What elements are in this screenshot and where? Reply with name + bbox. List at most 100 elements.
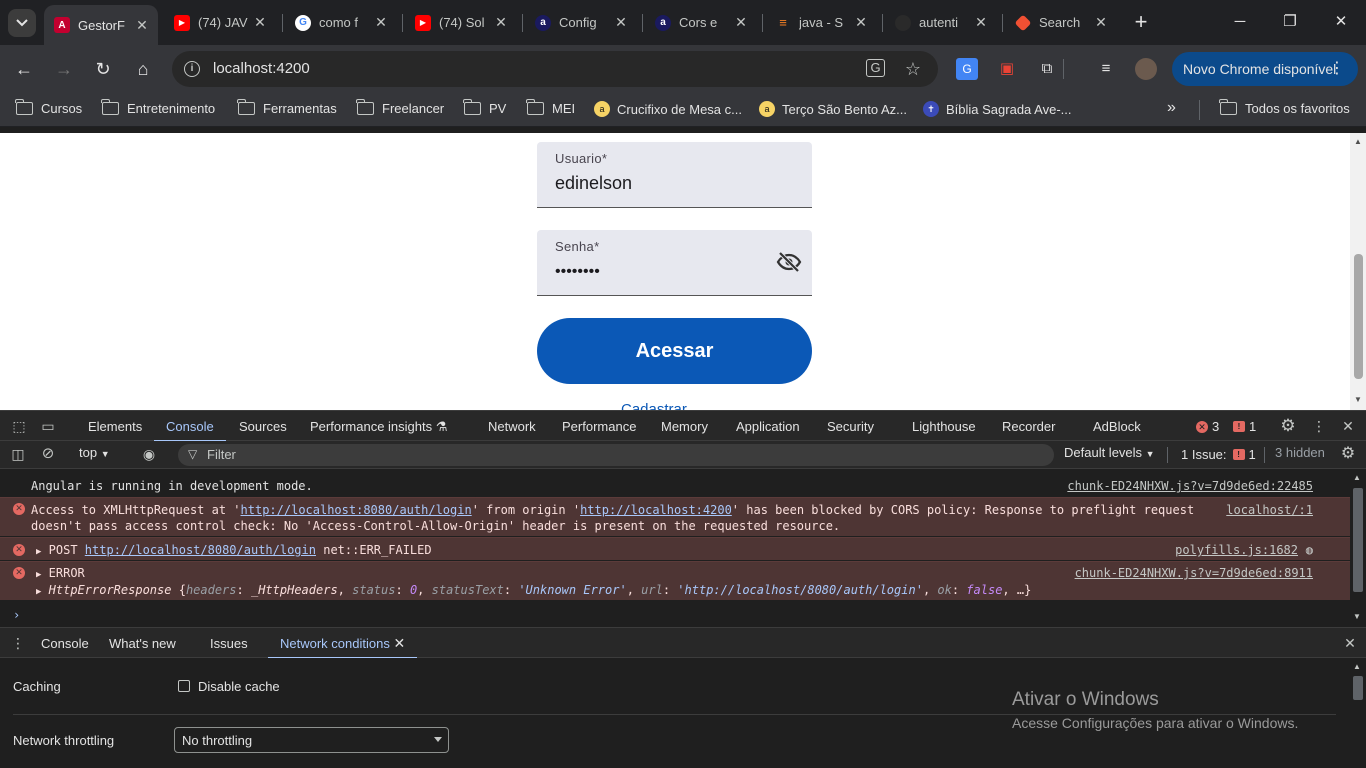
scroll-up-arrow-icon[interactable]: ▲ [1353,662,1361,671]
drawer-scrollbar[interactable]: ▲ [1350,658,1366,768]
close-tab-icon[interactable]: ✕ [493,14,509,31]
devtools-tab-network[interactable]: Network [488,411,536,442]
error-count-badge[interactable]: ✕ 3 [1196,419,1219,434]
home-button[interactable]: ⌂ [129,55,157,83]
password-field[interactable]: Senha* •••••••• [537,230,812,296]
tab-search-button[interactable] [8,9,36,37]
browser-tab[interactable]: a Config ✕ [525,5,637,40]
google-translate-extension-icon[interactable]: G [956,58,978,80]
access-button[interactable]: Acessar [537,318,812,384]
url-link[interactable]: http://localhost:4200 [580,503,732,517]
devtools-tab-adblock[interactable]: AdBlock [1093,411,1141,442]
url-link[interactable]: http://localhost:8080/auth/login [241,503,472,517]
extensions-puzzle-icon[interactable]: ⧉ [1036,58,1058,80]
back-button[interactable]: ← [10,55,38,83]
devtools-tab-sources[interactable]: Sources [239,411,287,442]
visibility-off-icon[interactable] [776,250,802,274]
issues-button[interactable]: 1 Issue: ! 1 [1181,447,1256,462]
bookmark-folder[interactable]: Ferramentas [237,99,337,116]
restore-button[interactable]: ❐ [1270,8,1310,36]
devtools-tab-console[interactable]: Console [154,411,226,442]
register-link[interactable]: Cadastrar [621,401,687,410]
bookmark-site[interactable]: a Terço São Bento Az... [759,101,907,117]
close-tab-icon[interactable]: ✕ [252,14,268,31]
print-extension-icon[interactable]: ▣ [996,58,1018,80]
reload-button[interactable]: ↻ [89,55,117,83]
scroll-up-arrow-icon[interactable]: ▲ [1350,137,1366,146]
all-bookmarks-folder[interactable]: Todos os favoritos [1219,99,1350,116]
expand-triangle-icon[interactable]: ▶ [36,587,41,597]
site-info-icon[interactable]: i [184,61,200,77]
live-expression-eye-icon[interactable]: ◉ [139,445,159,463]
drawer-tab-network-conditions[interactable]: Network conditions ✕ [267,628,418,659]
devtools-tab-security[interactable]: Security [827,411,874,442]
new-tab-button[interactable]: + [1128,9,1154,35]
source-link[interactable]: polyfills.js:1682 [1175,542,1298,558]
close-devtools-icon[interactable]: ✕ [1338,417,1358,435]
log-levels-dropdown[interactable]: Default levels ▼ [1064,439,1155,470]
browser-tab[interactable]: A GestorF ✕ [44,5,158,45]
close-drawer-icon[interactable]: ✕ [1340,634,1360,652]
new-chrome-available-button[interactable]: Novo Chrome disponível ⋮ [1172,52,1358,86]
source-link[interactable]: localhost/:1 [1226,502,1313,518]
devtools-tab-elements[interactable]: Elements [88,411,142,442]
expand-triangle-icon[interactable]: ▶ [36,570,41,580]
context-selector[interactable]: top ▼ [79,439,110,470]
browser-tab[interactable]: G como f ✕ [285,5,397,40]
http-error-response-object[interactable]: ▶ HttpErrorResponse {headers: _HttpHeade… [36,582,1031,600]
bookmark-site[interactable]: ✝ Bíblia Sagrada Ave-... [923,101,1072,117]
device-toolbar-icon[interactable]: ▭ [38,417,58,435]
translate-icon[interactable]: G [866,59,885,77]
password-input[interactable]: •••••••• [555,263,600,281]
console-settings-gear-icon[interactable]: ⚙ [1338,445,1358,463]
address-bar[interactable]: i localhost:4200 G ☆ [172,51,938,87]
warning-count-badge[interactable]: ! 1 [1233,419,1256,434]
disable-cache-label[interactable]: Disable cache [198,679,280,694]
browser-tab[interactable]: ▶ (74) JAV ✕ [164,5,276,40]
close-tab-icon[interactable]: ✕ [973,14,989,31]
devtools-tab-lighthouse[interactable]: Lighthouse [912,411,976,442]
console-scrollbar[interactable]: ▲ ▼ [1350,469,1366,627]
close-window-button[interactable]: ✕ [1321,8,1361,36]
scroll-down-arrow-icon[interactable]: ▼ [1353,612,1361,621]
scrollbar-thumb[interactable] [1353,488,1363,592]
disable-cache-checkbox[interactable] [178,680,190,692]
bookmark-folder[interactable]: PV [463,99,506,116]
inspect-element-icon[interactable]: ⬚ [9,417,29,435]
bookmark-folder[interactable]: Cursos [15,99,82,116]
scrollbar-thumb[interactable] [1354,254,1363,379]
username-field[interactable]: Usuario* edinelson [537,142,812,208]
close-tab-icon[interactable]: ✕ [733,14,749,31]
close-tab-icon[interactable]: ✕ [853,14,869,31]
close-tab-icon[interactable]: ✕ [1093,14,1109,31]
browser-tab[interactable]: ▶ (74) Sol ✕ [405,5,517,40]
devtools-tab-recorder[interactable]: Recorder [1002,411,1055,442]
expand-triangle-icon[interactable]: ▶ [36,547,41,557]
drawer-tab-console[interactable]: Console [41,628,89,659]
url-link[interactable]: http://localhost/8080/auth/login [85,543,316,557]
console-message-text[interactable]: ▶ POST http://localhost/8080/auth/login … [36,542,432,560]
settings-gear-icon[interactable]: ⚙ [1278,417,1298,435]
console-filter-input[interactable]: ▽ Filter [178,444,1054,466]
scroll-down-arrow-icon[interactable]: ▼ [1350,395,1366,404]
network-globe-icon[interactable]: ◍ [1306,542,1313,558]
source-link[interactable]: chunk-ED24NHXW.js?v=7d9de6ed:8911 [1075,565,1313,581]
username-input[interactable]: edinelson [555,173,632,194]
page-scrollbar[interactable]: ▲ ▼ [1350,133,1366,410]
devtools-tab-application[interactable]: Application [736,411,800,442]
bookmark-star-icon[interactable]: ☆ [903,59,923,79]
devtools-tab-performance[interactable]: Performance [562,411,636,442]
forward-button[interactable]: → [50,55,78,83]
close-tab-icon[interactable]: ✕ [613,14,629,31]
source-link[interactable]: chunk-ED24NHXW.js?v=7d9de6ed:22485 [1067,478,1313,494]
media-controls-icon[interactable]: ≡ [1095,58,1117,80]
bookmark-folder[interactable]: Entretenimento [101,99,215,116]
console-message-text[interactable]: ▶ ERROR [36,565,85,583]
sidebar-toggle-icon[interactable]: ◫ [8,445,28,463]
drawer-tab-issues[interactable]: Issues [210,628,248,659]
drawer-menu-icon[interactable]: ⋮ [8,634,28,652]
more-vertical-icon[interactable]: ⋮ [1309,417,1329,435]
devtools-tab-performance-insights[interactable]: Performance insights ⚗ [310,411,447,442]
console-prompt[interactable]: › [0,605,1350,625]
browser-tab[interactable]: ≡ java - S ✕ [765,5,877,40]
